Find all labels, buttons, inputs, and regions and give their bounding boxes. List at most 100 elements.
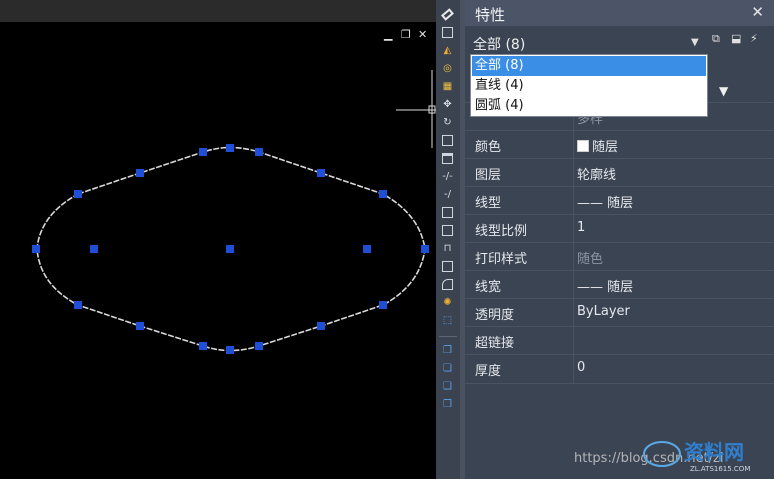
color-value: 随层	[592, 140, 619, 155]
send-back-icon[interactable]: ❑	[441, 380, 454, 393]
move-icon[interactable]: ✥	[441, 98, 454, 111]
modify-toolbar: ◭ ◎ ▦ ✥ ↻ -/- -/ ⊓ ✺ ⬚ ❐ ❏ ❑ ❒	[436, 0, 460, 479]
text-front-icon[interactable]: ❒	[441, 398, 454, 411]
copy-icon[interactable]	[441, 26, 454, 39]
property-value[interactable]: 1	[577, 220, 585, 235]
property-value[interactable]: —— 随层	[577, 276, 633, 295]
property-name: 图层	[475, 168, 502, 183]
rotate-icon[interactable]: ↻	[441, 116, 454, 129]
property-value[interactable]: 随色	[577, 248, 603, 267]
property-name: 超链接	[475, 336, 515, 351]
drawing-svg[interactable]	[0, 0, 436, 479]
grip-point[interactable]	[317, 322, 325, 330]
color-swatch	[577, 140, 589, 152]
property-row[interactable]: 颜色 随层	[465, 130, 774, 159]
edit-icon[interactable]: ⬚	[441, 314, 454, 327]
logo-subtext: ZL.ATS1615.COM	[690, 465, 750, 473]
grip-point[interactable]	[136, 322, 144, 330]
grip-point[interactable]	[363, 245, 371, 253]
dropdown-option-line[interactable]: 直线 (4)	[472, 76, 706, 96]
object-type-selector[interactable]: 全部 (8)	[473, 34, 525, 54]
property-name: 线型比例	[475, 224, 528, 239]
property-name: 线宽	[475, 280, 502, 295]
break-icon[interactable]	[441, 206, 454, 219]
join-icon[interactable]: ⊓	[441, 242, 454, 255]
grip-point[interactable]	[74, 190, 82, 198]
grip-point[interactable]	[90, 245, 98, 253]
property-row[interactable]: 厚度 0	[465, 354, 774, 384]
property-row[interactable]: 线型比例 1	[465, 214, 774, 243]
logo-text: 资料网	[684, 440, 744, 464]
site-logo: 资料网 ZL.ATS1615.COM	[640, 434, 772, 474]
property-row[interactable]: 超链接	[465, 326, 774, 355]
property-value[interactable]: 0	[577, 360, 585, 375]
property-name: 厚度	[475, 364, 502, 379]
fillet-icon[interactable]	[441, 278, 454, 291]
grip-point[interactable]	[74, 301, 82, 309]
property-row[interactable]: 线宽 —— 随层	[465, 270, 774, 299]
stretch-icon[interactable]	[441, 152, 454, 165]
logo-ring	[643, 441, 681, 467]
scale-icon[interactable]	[441, 134, 454, 147]
chamfer-icon[interactable]	[441, 260, 454, 273]
property-row[interactable]: 透明度 ByLayer	[465, 298, 774, 327]
grip-point[interactable]	[379, 190, 387, 198]
grip-point[interactable]	[226, 346, 234, 354]
property-value-color[interactable]: 随层	[577, 136, 618, 155]
panel-title: 特性	[475, 6, 506, 24]
column-separator	[573, 271, 574, 299]
offset-icon[interactable]: ◎	[441, 62, 454, 75]
dropdown-option-all[interactable]: 全部 (8)	[472, 56, 706, 76]
grip-point[interactable]	[421, 245, 429, 253]
grip-point[interactable]	[255, 148, 263, 156]
property-name: 颜色	[475, 140, 502, 155]
grip-point[interactable]	[226, 144, 234, 152]
secondary-dropdown-chevron-icon[interactable]: ▼	[719, 84, 728, 98]
toggle-pickadd-icon[interactable]: ⧉	[712, 32, 726, 46]
close-icon[interactable]: ✕	[751, 3, 764, 21]
chevron-down-icon[interactable]: ▼	[691, 37, 699, 48]
draw-order-icon[interactable]: ❐	[441, 344, 454, 357]
panel-header: 特性 ✕	[465, 0, 774, 26]
grip-point[interactable]	[379, 301, 387, 309]
property-name: 打印样式	[475, 252, 528, 267]
column-separator	[573, 299, 574, 327]
property-row[interactable]: 图层 轮廓线	[465, 158, 774, 187]
quick-select-icon[interactable]: ⚡	[750, 32, 764, 46]
mirror-icon[interactable]: ◭	[441, 44, 454, 57]
break-at-point-icon[interactable]	[441, 224, 454, 237]
property-name: 线型	[475, 196, 502, 211]
grip-point[interactable]	[199, 148, 207, 156]
column-separator	[573, 243, 574, 271]
bring-front-icon[interactable]: ❏	[441, 362, 454, 375]
explode-icon[interactable]: ✺	[441, 296, 454, 309]
property-value[interactable]: 轮廓线	[577, 164, 616, 183]
grip-point[interactable]	[255, 342, 263, 350]
grip-point[interactable]	[226, 245, 234, 253]
property-row[interactable]: 线型 —— 随层	[465, 186, 774, 215]
extend-icon[interactable]: -/	[441, 188, 454, 201]
grip-point[interactable]	[32, 245, 40, 253]
column-separator	[573, 159, 574, 187]
column-separator	[573, 215, 574, 243]
property-value[interactable]: ByLayer	[577, 304, 630, 319]
column-separator	[573, 187, 574, 215]
grip-point[interactable]	[199, 342, 207, 350]
array-icon[interactable]: ▦	[441, 80, 454, 93]
property-name: 透明度	[475, 308, 515, 323]
grip-point[interactable]	[136, 169, 144, 177]
drawing-canvas[interactable]: ▁ ❐ ✕	[0, 0, 436, 479]
select-objects-icon[interactable]: ⬓	[731, 32, 745, 46]
eraser-icon[interactable]	[441, 8, 454, 21]
logo-graphic: 资料网 ZL.ATS1615.COM	[643, 440, 750, 473]
trim-icon[interactable]: -/-	[441, 170, 454, 183]
object-type-dropdown[interactable]: 全部 (8) 直线 (4) 圆弧 (4)	[470, 54, 708, 117]
property-value[interactable]: —— 随层	[577, 192, 633, 211]
toolbar-separator	[439, 336, 457, 337]
column-separator	[573, 355, 574, 383]
property-row[interactable]: 打印样式 随色	[465, 242, 774, 271]
grip-point[interactable]	[317, 169, 325, 177]
column-separator	[573, 131, 574, 159]
column-separator	[573, 327, 574, 355]
dropdown-option-arc[interactable]: 圆弧 (4)	[472, 96, 706, 116]
